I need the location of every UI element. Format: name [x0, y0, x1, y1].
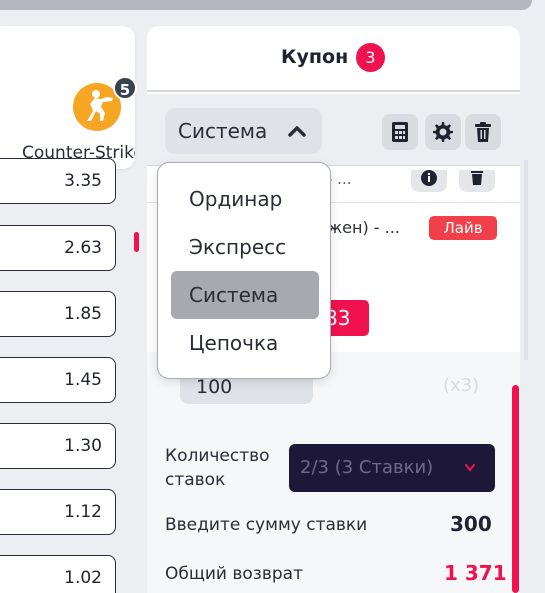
trash-icon	[475, 122, 491, 142]
odd-button[interactable]: 1.45	[0, 357, 116, 403]
total-return-label: Общий возврат	[165, 564, 303, 584]
bet-type-select[interactable]: Система	[165, 108, 322, 154]
coupon-scrollbar[interactable]	[512, 385, 519, 593]
settings-button[interactable]	[425, 114, 461, 150]
multiplier-label: (x3)	[443, 375, 480, 396]
bet-count-label: Количество ставок	[165, 446, 270, 490]
info-icon	[421, 170, 437, 186]
live-badge: Лайв	[429, 216, 497, 240]
game-card[interactable]: 5 Counter-Strike	[0, 26, 137, 169]
coupon-count-badge: 3	[356, 43, 385, 72]
total-return-value: 1 371	[444, 561, 507, 585]
gear-icon	[433, 122, 453, 142]
bet-info-button[interactable]	[411, 170, 447, 192]
dropdown-item-system[interactable]: Система	[171, 271, 319, 319]
bet-count-select[interactable]: 2/3 (3 Ставки)	[289, 444, 495, 492]
coupon-toolbar: Система	[147, 94, 520, 166]
stake-amount-label: Введите сумму ставки	[165, 515, 368, 535]
odd-button[interactable]: 1.02	[0, 555, 116, 593]
dropdown-item-express[interactable]: Экспресс	[171, 223, 319, 271]
dropdown-item-chain[interactable]: Цепочка	[171, 319, 319, 367]
trash-icon	[469, 170, 485, 186]
odd-button[interactable]: 1.85	[0, 291, 116, 337]
dropdown-item-single[interactable]: Ординар	[171, 175, 319, 223]
clear-coupon-button[interactable]	[465, 114, 501, 150]
coupon-title: Купон	[281, 46, 349, 68]
bet-type-value: Система	[178, 119, 268, 143]
chevron-down-icon	[465, 464, 475, 472]
stake-amount-value: 300	[450, 512, 492, 536]
bet-remove-button[interactable]	[459, 170, 495, 192]
odd-button[interactable]: 3.35	[0, 158, 116, 204]
game-count-badge: 5	[113, 76, 137, 100]
coupon-footer: 100 (x3) Количество ставок 2/3 (3 Ставки…	[147, 352, 520, 593]
odd-button[interactable]: 1.12	[0, 489, 116, 535]
calculator-icon	[392, 122, 408, 142]
top-bar	[0, 0, 532, 10]
coupon-header: Купон 3	[147, 26, 520, 92]
odd-button[interactable]: 2.63	[0, 225, 116, 271]
odd-button[interactable]: 1.30	[0, 423, 116, 469]
calculator-button[interactable]	[382, 114, 418, 150]
chevron-up-icon	[288, 126, 306, 137]
left-scroll-indicator[interactable]	[134, 232, 139, 252]
bet-count-value: 2/3 (3 Ставки)	[300, 457, 434, 478]
bet-type-dropdown: Ординар Экспресс Система Цепочка	[157, 162, 331, 379]
coupon-scroll-track[interactable]	[524, 160, 528, 360]
